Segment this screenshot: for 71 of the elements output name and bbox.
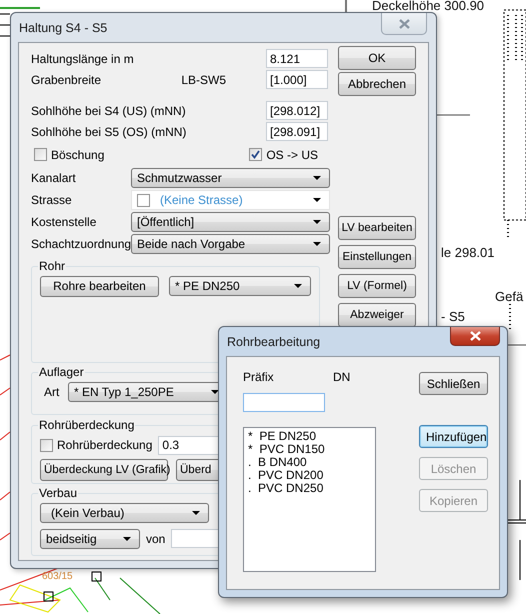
field-label: Sohlhöhe bei S4 (US) (mNN) <box>31 104 186 118</box>
cover-grafik-button[interactable]: Überdeckung LV (Grafik) <box>40 459 168 481</box>
field-label: Kostenstelle <box>31 215 98 229</box>
list-item[interactable]: . B DN400 <box>248 456 371 469</box>
dropdown-value: (Keine Strasse) <box>160 193 244 207</box>
caret-icon <box>313 176 321 180</box>
input-field[interactable]: [1.000] <box>266 70 328 89</box>
drawing-label: - S5 <box>441 309 465 324</box>
checkbox[interactable] <box>34 148 47 161</box>
caret-icon <box>313 242 321 246</box>
caret-icon <box>211 390 219 394</box>
input-field[interactable]: [298.012] <box>266 101 328 120</box>
caret-icon <box>123 536 131 540</box>
dialog-button[interactable]: LV (Formel) <box>338 274 416 298</box>
input-field[interactable]: 0.3 <box>158 436 220 454</box>
dropdown[interactable]: Beide nach Vorgabe <box>131 234 330 254</box>
dropdown[interactable]: beidseitig <box>40 528 140 548</box>
dialog-button[interactable]: Abbrechen <box>338 72 416 96</box>
field-label: Haltungslänge in m <box>31 52 134 66</box>
field-note: LB-SW5 <box>181 72 226 86</box>
window-title: Haltung S4 - S5 <box>19 20 108 34</box>
dialog-button[interactable]: Schließen <box>419 372 488 395</box>
field-label: Kanalart <box>31 171 77 185</box>
field-label: Schachtzuordnung <box>31 237 131 251</box>
group-title: Auflager <box>38 365 85 379</box>
dropdown[interactable]: * PE DN250 <box>169 276 311 296</box>
field-label: Strasse <box>31 193 73 207</box>
dropdown[interactable]: [Öffentlich] <box>131 212 330 232</box>
group-title: Rohrüberdeckung <box>38 418 136 432</box>
caret-icon <box>313 198 321 202</box>
dialog-button[interactable]: Einstellungen <box>338 245 416 269</box>
field-label: Grabenbreite <box>31 72 102 86</box>
list-item[interactable]: . PVC DN200 <box>248 469 371 482</box>
caret-icon <box>192 510 200 514</box>
drawing-label: Deckelhöhe 300.90 <box>372 0 484 13</box>
field-label: Art <box>43 384 60 398</box>
drawing-label: Gefä <box>495 289 524 304</box>
dialog-button[interactable]: Hinzufügen <box>419 425 488 448</box>
drawing-label: 603/15 <box>42 571 73 582</box>
list-item[interactable]: * PE DN250 <box>248 430 371 443</box>
list-item[interactable]: . PVC DN250 <box>248 482 371 495</box>
field-label: Sohlhöhe bei S5 (OS) (mNN) <box>31 124 186 138</box>
checkmark-icon <box>251 150 260 159</box>
dialog-button[interactable]: OK <box>338 46 416 70</box>
input-field[interactable]: 8.121 <box>266 49 328 68</box>
close-icon <box>470 331 480 341</box>
group-title: Rohr <box>38 259 66 273</box>
checkbox[interactable] <box>249 148 262 161</box>
checkbox-label: Rohrüberdeckung <box>57 438 152 452</box>
window-title: Rohrbearbeitung <box>227 334 320 348</box>
dialog-button[interactable]: Abzweiger <box>338 303 416 327</box>
prefix-input-field[interactable] <box>243 393 325 412</box>
list-item[interactable]: * PVC DN150 <box>248 443 371 456</box>
close-button[interactable] <box>450 327 500 346</box>
edit-pipes-button[interactable]: Rohre bearbeiten <box>40 276 159 296</box>
field-label: DN <box>333 370 350 384</box>
dropdown[interactable]: Schmutzwasser <box>131 168 330 188</box>
close-icon <box>398 18 410 28</box>
input-field[interactable]: [298.091] <box>266 122 328 141</box>
caret-icon <box>294 284 302 288</box>
checkbox-label: Böschung <box>51 148 104 162</box>
field-label: von <box>146 532 166 546</box>
dialog-button[interactable]: LV bearbeiten <box>338 216 416 240</box>
dropdown[interactable]: (Kein Verbau) <box>40 502 209 522</box>
checkbox-label: OS -> US <box>266 148 318 162</box>
checkbox[interactable] <box>40 438 53 452</box>
checkbox[interactable] <box>137 194 150 206</box>
group-title: Verbau <box>38 486 78 500</box>
drawing-label: le 298.01 <box>441 245 494 260</box>
field-label: Präfix <box>243 370 275 384</box>
caret-icon <box>313 220 321 224</box>
